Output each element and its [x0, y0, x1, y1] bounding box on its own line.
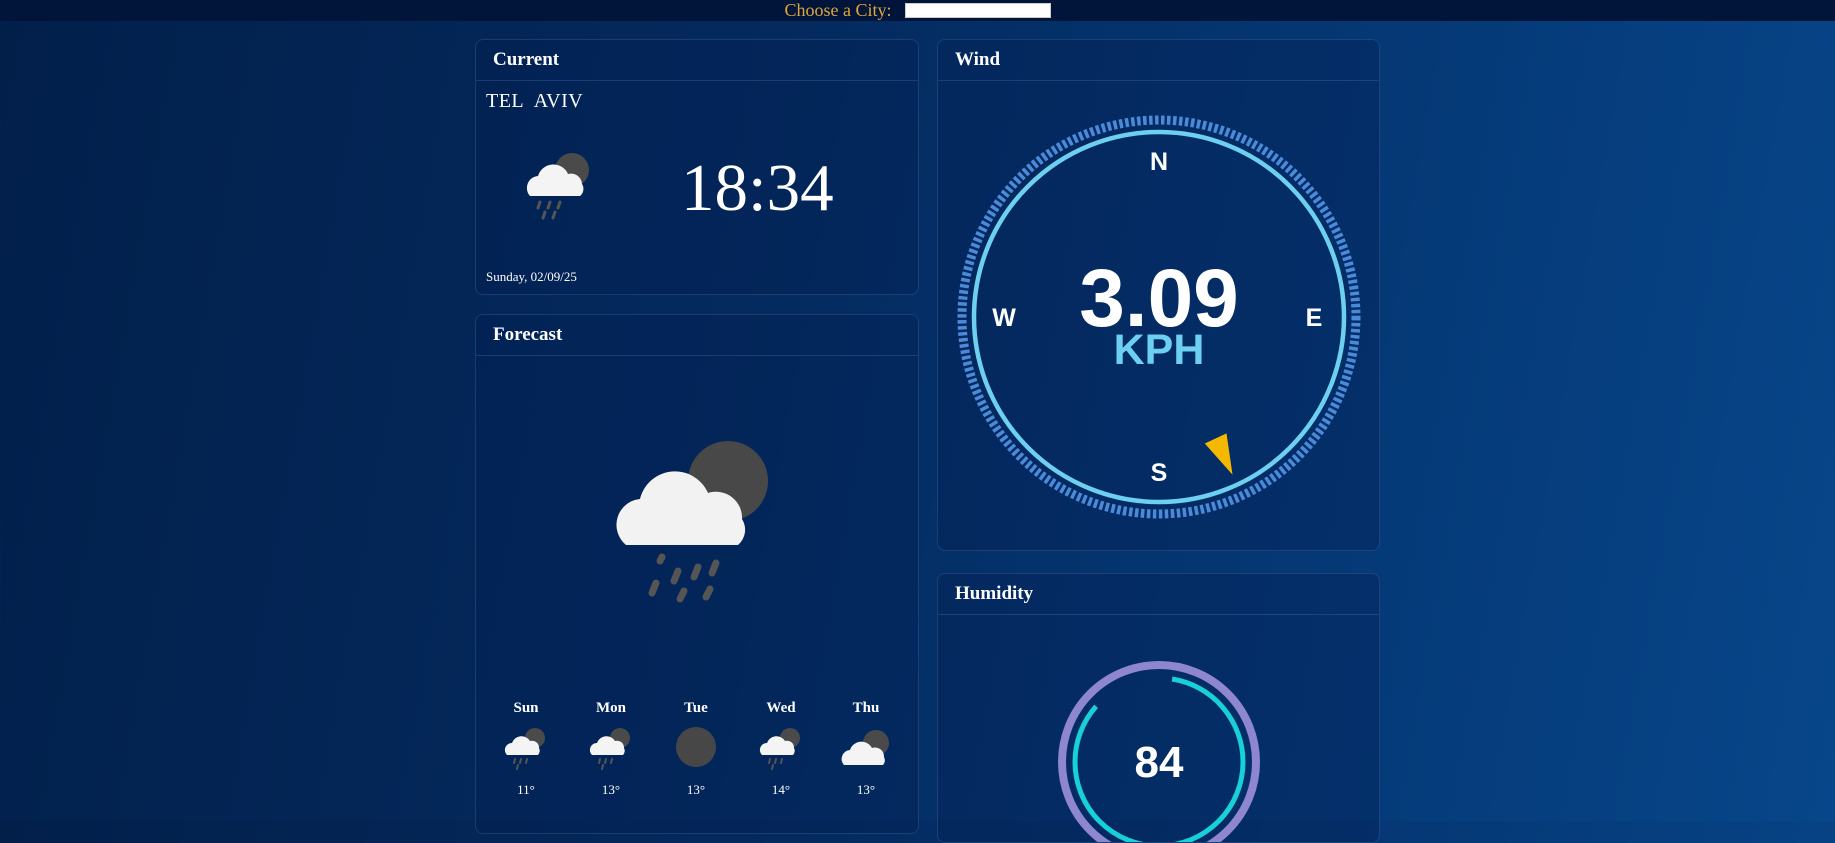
forecast-day: Mon 13°	[571, 700, 651, 798]
moon-icon	[656, 725, 736, 775]
compass-east: E	[1306, 304, 1323, 332]
forecast-day-temp: 13°	[601, 782, 621, 797]
forecast-day-name: Tue	[684, 700, 708, 716]
current-date: Sunday, 02/09/25	[486, 269, 577, 284]
forecast-day-temp: 11°	[517, 782, 535, 797]
wind-unit: KPH	[1114, 326, 1205, 374]
wind-compass: N S E W 3.09 KPH	[957, 115, 1361, 519]
city-name: TEL AVIV	[486, 90, 584, 112]
forecast-day-name: Mon	[596, 700, 626, 716]
cloud-moon-rain-icon	[606, 435, 786, 610]
cloud-moon-rain-icon	[486, 725, 566, 775]
compass-north: N	[1150, 148, 1168, 176]
current-time: 18:34	[681, 151, 834, 225]
forecast-day-name: Wed	[766, 700, 796, 716]
compass-south: S	[1151, 459, 1168, 487]
forecast-day-name: Sun	[513, 700, 539, 716]
forecast-day-name: Thu	[852, 700, 880, 716]
humidity-gauge: 84	[1058, 661, 1260, 842]
forecast-day: Tue 13°	[656, 700, 736, 798]
compass-west: W	[992, 304, 1016, 332]
forecast-day-temp: 14°	[771, 782, 791, 797]
forecast-day: Sun 11°	[486, 700, 566, 798]
humidity-panel: Humidity 84	[937, 573, 1380, 843]
forecast-day-temp: 13°	[856, 782, 876, 797]
current-panel: Current TEL AVIV 18:34 Sunday, 02/09/25	[475, 39, 919, 295]
forecast-day: Wed 14°	[741, 700, 821, 798]
humidity-value: 84	[1135, 738, 1184, 787]
forecast-panel-title: Forecast	[476, 315, 918, 356]
current-panel-title: Current	[476, 40, 918, 81]
city-selector-label: Choose a City:	[784, 0, 892, 20]
cloud-moon-rain-icon	[516, 150, 606, 235]
forecast-day: Thu 13°	[826, 700, 906, 798]
forecast-day-temp: 13°	[686, 782, 706, 797]
cloud-moon-rain-icon	[571, 725, 651, 775]
forecast-days: Sun 11° Mon 13° Tue 13° Wed 14° Thu 13°	[476, 700, 918, 820]
wind-direction-needle	[1204, 433, 1233, 475]
cloud-moon-rain-icon	[741, 725, 821, 775]
wind-panel: Wind N S E W 3.09 KPH	[937, 39, 1380, 551]
forecast-panel: Forecast Sun 11° Mon 13° Tue 13° Wed 14°…	[475, 314, 919, 834]
city-selector-bar: Choose a City:	[0, 0, 1835, 21]
city-input[interactable]	[904, 3, 1051, 18]
cloud-moon-icon	[826, 725, 906, 775]
